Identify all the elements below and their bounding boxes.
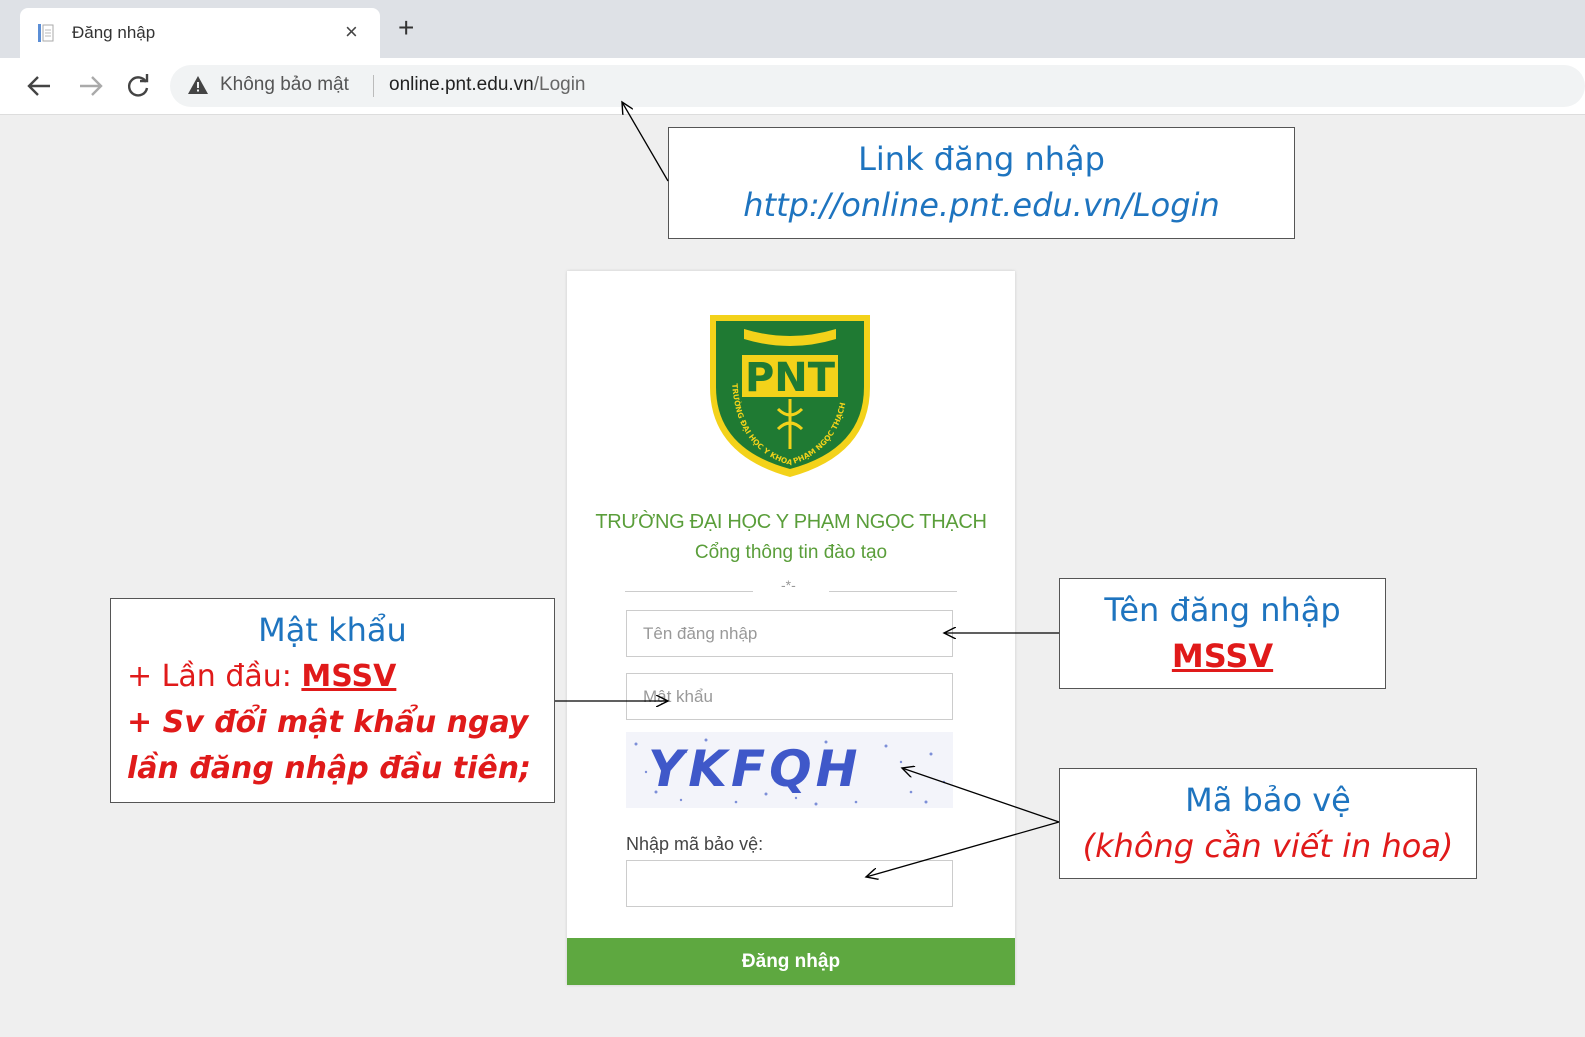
login-button[interactable]: Đăng nhập	[567, 938, 1015, 985]
username-callout-value: MSSV	[1171, 637, 1274, 675]
school-name: TRƯỜNG ĐẠI HỌC Y PHẠM NGỌC THẠCH	[595, 511, 987, 533]
omnibox-separator	[373, 75, 374, 97]
username-callout-title: Tên đăng nhập	[1104, 591, 1341, 629]
not-secure-label[interactable]: Không bảo mật	[220, 74, 349, 96]
page-icon	[38, 24, 54, 42]
password-callout-title: Mật khẩu	[258, 611, 407, 649]
captcha-label: Nhập mã bảo vệ:	[626, 834, 764, 854]
close-tab-icon[interactable]: ×	[345, 19, 358, 45]
captcha-callout-title: Mã bảo vệ	[1185, 781, 1351, 819]
link-callout-url: http://online.pnt.edu.vn/Login	[743, 186, 1220, 224]
password-input[interactable]	[626, 673, 953, 720]
warning-icon[interactable]	[187, 75, 209, 95]
forward-arrow-icon[interactable]	[78, 74, 104, 98]
tab-title: Đăng nhập	[72, 23, 156, 42]
logo-text: PNT	[745, 355, 836, 401]
url-path: /Login	[533, 74, 586, 95]
username-callout: Tên đăng nhập MSSV	[1059, 578, 1386, 689]
captcha-callout: Mã bảo vệ (không cần viết in hoa)	[1059, 768, 1477, 879]
password-callout-note-1: + Sv đổi mật khẩu ngay	[127, 705, 529, 740]
login-card: PNT TRƯỜNG ĐẠI HỌC Y KHOA PHẠM NGỌC THẠC…	[567, 271, 1015, 985]
captcha-text: YKFQH	[648, 740, 862, 798]
password-callout-note-2: lần đăng nhập đầu tiên;	[127, 751, 532, 786]
new-tab-icon[interactable]: +	[398, 14, 414, 42]
address-bar[interactable]: Không bảo mật online.pnt.edu.vn/Login	[170, 65, 1585, 107]
password-callout: Mật khẩu + Lần đầu: MSSV + Sv đổi mật kh…	[110, 598, 555, 803]
captcha-input[interactable]	[626, 860, 953, 907]
school-logo: PNT TRƯỜNG ĐẠI HỌC Y KHOA PHẠM NGỌC THẠC…	[710, 315, 870, 477]
link-callout: Link đăng nhập http://online.pnt.edu.vn/…	[668, 127, 1295, 239]
link-callout-title: Link đăng nhập	[858, 140, 1105, 178]
url-host: online.pnt.edu.vn	[389, 74, 534, 95]
username-input[interactable]	[626, 610, 953, 657]
browser-tab-strip: Đăng nhập × +	[0, 0, 1585, 58]
divider-left	[625, 591, 753, 592]
divider-right	[829, 591, 957, 592]
password-callout-first-value: MSSV	[301, 659, 397, 694]
captcha-callout-note: (không cần viết in hoa)	[1082, 827, 1454, 865]
browser-tab[interactable]: Đăng nhập ×	[20, 8, 380, 58]
password-callout-first-prefix: + Lần đầu:	[127, 659, 302, 694]
divider-star: -*-	[781, 577, 796, 593]
reload-icon[interactable]	[125, 73, 151, 99]
browser-toolbar: Không bảo mật online.pnt.edu.vn/Login	[0, 58, 1585, 115]
portal-name: Cổng thông tin đào tạo	[694, 542, 888, 563]
captcha-image: YKFQH	[626, 732, 953, 808]
url-text[interactable]: online.pnt.edu.vn/Login	[389, 74, 586, 96]
password-callout-first: + Lần đầu: MSSV	[127, 659, 396, 694]
back-arrow-icon[interactable]	[26, 74, 52, 98]
